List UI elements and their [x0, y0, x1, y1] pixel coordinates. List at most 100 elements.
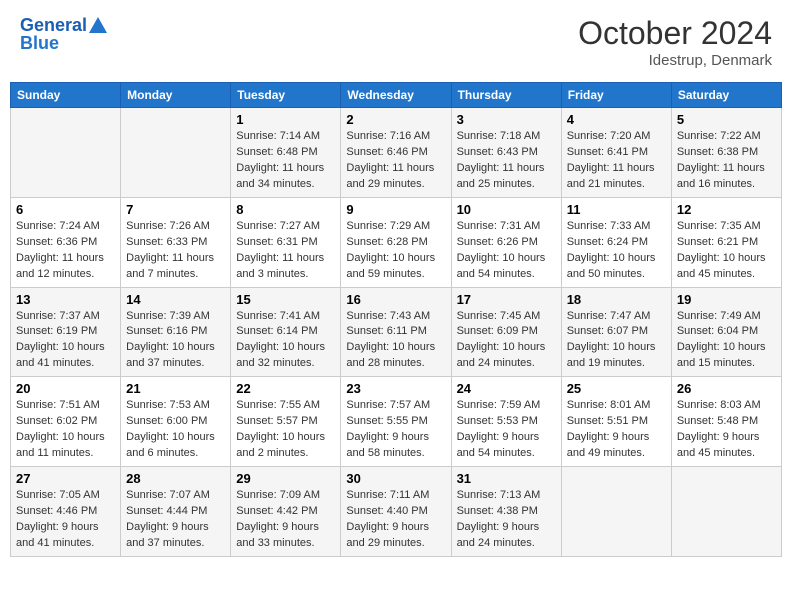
calendar-body: 1 Sunrise: 7:14 AM Sunset: 6:48 PM Daylig…: [11, 108, 782, 557]
calendar-cell: 17Sunrise: 7:45 AM Sunset: 6:09 PM Dayli…: [451, 287, 561, 377]
calendar-cell: [671, 467, 781, 557]
day-info: Sunrise: 7:11 AM Sunset: 4:40 PM Dayligh…: [346, 488, 445, 552]
month-title: October 2024: [578, 15, 772, 52]
calendar-cell: 16 Sunrise: 7:43 AM Sunset: 6:11 PM Dayli…: [341, 287, 451, 377]
calendar-cell: 31 Sunrise: 7:13 AM Sunset: 4:38 PM Dayli…: [451, 467, 561, 557]
day-number: 28: [126, 471, 225, 486]
weekday-header-sunday: Sunday: [11, 83, 121, 108]
day-number: 10: [457, 202, 556, 217]
day-info: Sunrise: 7:53 AM Sunset: 6:00 PM Dayligh…: [126, 398, 225, 462]
day-info: Sunrise: 7:13 AM Sunset: 4:38 PM Dayligh…: [457, 488, 556, 552]
calendar-cell: 8Sunrise: 7:27 AM Sunset: 6:31 PM Daylig…: [231, 197, 341, 287]
day-number: 1: [236, 112, 335, 127]
calendar-cell: 12 Sunrise: 7:35 AM Sunset: 6:21 PM Dayli…: [671, 197, 781, 287]
page-header: General Blue October 2024 Idestrup, Denm…: [10, 10, 782, 74]
calendar-table: SundayMondayTuesdayWednesdayThursdayFrid…: [10, 82, 782, 557]
calendar-cell: 13 Sunrise: 7:37 AM Sunset: 6:19 PM Dayli…: [11, 287, 121, 377]
calendar-week-2: 6Sunrise: 7:24 AM Sunset: 6:36 PM Daylig…: [11, 197, 782, 287]
logo-blue: Blue: [20, 33, 59, 55]
title-block: October 2024 Idestrup, Denmark: [578, 15, 772, 69]
day-number: 16: [346, 292, 445, 307]
calendar-cell: 23 Sunrise: 7:57 AM Sunset: 5:55 PM Dayli…: [341, 377, 451, 467]
day-number: 18: [567, 292, 666, 307]
day-number: 29: [236, 471, 335, 486]
day-info: Sunrise: 7:49 AM Sunset: 6:04 PM Dayligh…: [677, 309, 776, 373]
calendar-cell: 9 Sunrise: 7:29 AM Sunset: 6:28 PM Daylig…: [341, 197, 451, 287]
day-number: 11: [567, 202, 666, 217]
day-info: Sunrise: 7:37 AM Sunset: 6:19 PM Dayligh…: [16, 309, 115, 373]
day-info: Sunrise: 8:01 AM Sunset: 5:51 PM Dayligh…: [567, 398, 666, 462]
day-info: Sunrise: 7:33 AM Sunset: 6:24 PM Dayligh…: [567, 219, 666, 283]
day-number: 25: [567, 381, 666, 396]
calendar-week-5: 27 Sunrise: 7:05 AM Sunset: 4:46 PM Dayli…: [11, 467, 782, 557]
logo-icon: [87, 15, 109, 37]
day-info: Sunrise: 7:26 AM Sunset: 6:33 PM Dayligh…: [126, 219, 225, 283]
day-info: Sunrise: 7:22 AM Sunset: 6:38 PM Dayligh…: [677, 129, 776, 193]
day-info: Sunrise: 7:45 AM Sunset: 6:09 PM Dayligh…: [457, 309, 556, 373]
day-number: 13: [16, 292, 115, 307]
calendar-week-3: 13 Sunrise: 7:37 AM Sunset: 6:19 PM Dayli…: [11, 287, 782, 377]
day-info: Sunrise: 7:14 AM Sunset: 6:48 PM Dayligh…: [236, 129, 335, 193]
weekday-header-monday: Monday: [121, 83, 231, 108]
day-number: 27: [16, 471, 115, 486]
day-number: 3: [457, 112, 556, 127]
calendar-cell: [561, 467, 671, 557]
calendar-cell: 24Sunrise: 7:59 AM Sunset: 5:53 PM Dayli…: [451, 377, 561, 467]
calendar-cell: 30 Sunrise: 7:11 AM Sunset: 4:40 PM Dayli…: [341, 467, 451, 557]
calendar-cell: 15 Sunrise: 7:41 AM Sunset: 6:14 PM Dayli…: [231, 287, 341, 377]
day-number: 7: [126, 202, 225, 217]
location-subtitle: Idestrup, Denmark: [578, 52, 772, 69]
calendar-cell: [121, 108, 231, 198]
calendar-cell: 5 Sunrise: 7:22 AM Sunset: 6:38 PM Daylig…: [671, 108, 781, 198]
day-info: Sunrise: 7:20 AM Sunset: 6:41 PM Dayligh…: [567, 129, 666, 193]
day-info: Sunrise: 7:35 AM Sunset: 6:21 PM Dayligh…: [677, 219, 776, 283]
weekday-header-friday: Friday: [561, 83, 671, 108]
day-info: Sunrise: 7:29 AM Sunset: 6:28 PM Dayligh…: [346, 219, 445, 283]
day-number: 30: [346, 471, 445, 486]
calendar-cell: 28 Sunrise: 7:07 AM Sunset: 4:44 PM Dayli…: [121, 467, 231, 557]
calendar-cell: [11, 108, 121, 198]
day-info: Sunrise: 7:55 AM Sunset: 5:57 PM Dayligh…: [236, 398, 335, 462]
calendar-cell: 20Sunrise: 7:51 AM Sunset: 6:02 PM Dayli…: [11, 377, 121, 467]
day-info: Sunrise: 7:41 AM Sunset: 6:14 PM Dayligh…: [236, 309, 335, 373]
day-info: Sunrise: 7:47 AM Sunset: 6:07 PM Dayligh…: [567, 309, 666, 373]
day-number: 4: [567, 112, 666, 127]
calendar-cell: 4 Sunrise: 7:20 AM Sunset: 6:41 PM Daylig…: [561, 108, 671, 198]
calendar-cell: 14 Sunrise: 7:39 AM Sunset: 6:16 PM Dayli…: [121, 287, 231, 377]
day-info: Sunrise: 7:51 AM Sunset: 6:02 PM Dayligh…: [16, 398, 115, 462]
calendar-cell: 6Sunrise: 7:24 AM Sunset: 6:36 PM Daylig…: [11, 197, 121, 287]
weekday-header-wednesday: Wednesday: [341, 83, 451, 108]
day-number: 22: [236, 381, 335, 396]
day-number: 23: [346, 381, 445, 396]
day-number: 8: [236, 202, 335, 217]
day-info: Sunrise: 7:07 AM Sunset: 4:44 PM Dayligh…: [126, 488, 225, 552]
calendar-header: SundayMondayTuesdayWednesdayThursdayFrid…: [11, 83, 782, 108]
calendar-cell: 18 Sunrise: 7:47 AM Sunset: 6:07 PM Dayli…: [561, 287, 671, 377]
day-number: 15: [236, 292, 335, 307]
day-number: 12: [677, 202, 776, 217]
calendar-cell: 26Sunrise: 8:03 AM Sunset: 5:48 PM Dayli…: [671, 377, 781, 467]
day-info: Sunrise: 7:24 AM Sunset: 6:36 PM Dayligh…: [16, 219, 115, 283]
day-number: 31: [457, 471, 556, 486]
day-info: Sunrise: 7:31 AM Sunset: 6:26 PM Dayligh…: [457, 219, 556, 283]
day-number: 21: [126, 381, 225, 396]
day-info: Sunrise: 7:57 AM Sunset: 5:55 PM Dayligh…: [346, 398, 445, 462]
day-info: Sunrise: 7:09 AM Sunset: 4:42 PM Dayligh…: [236, 488, 335, 552]
day-number: 24: [457, 381, 556, 396]
calendar-cell: 22 Sunrise: 7:55 AM Sunset: 5:57 PM Dayli…: [231, 377, 341, 467]
day-number: 5: [677, 112, 776, 127]
calendar-cell: 3 Sunrise: 7:18 AM Sunset: 6:43 PM Daylig…: [451, 108, 561, 198]
day-number: 14: [126, 292, 225, 307]
day-info: Sunrise: 7:43 AM Sunset: 6:11 PM Dayligh…: [346, 309, 445, 373]
day-info: Sunrise: 7:05 AM Sunset: 4:46 PM Dayligh…: [16, 488, 115, 552]
day-info: Sunrise: 7:18 AM Sunset: 6:43 PM Dayligh…: [457, 129, 556, 193]
day-number: 19: [677, 292, 776, 307]
calendar-cell: 21 Sunrise: 7:53 AM Sunset: 6:00 PM Dayli…: [121, 377, 231, 467]
calendar-cell: 19 Sunrise: 7:49 AM Sunset: 6:04 PM Dayli…: [671, 287, 781, 377]
calendar-cell: 11 Sunrise: 7:33 AM Sunset: 6:24 PM Dayli…: [561, 197, 671, 287]
day-number: 9: [346, 202, 445, 217]
calendar-cell: 7 Sunrise: 7:26 AM Sunset: 6:33 PM Daylig…: [121, 197, 231, 287]
day-info: Sunrise: 7:39 AM Sunset: 6:16 PM Dayligh…: [126, 309, 225, 373]
day-info: Sunrise: 7:16 AM Sunset: 6:46 PM Dayligh…: [346, 129, 445, 193]
day-info: Sunrise: 8:03 AM Sunset: 5:48 PM Dayligh…: [677, 398, 776, 462]
